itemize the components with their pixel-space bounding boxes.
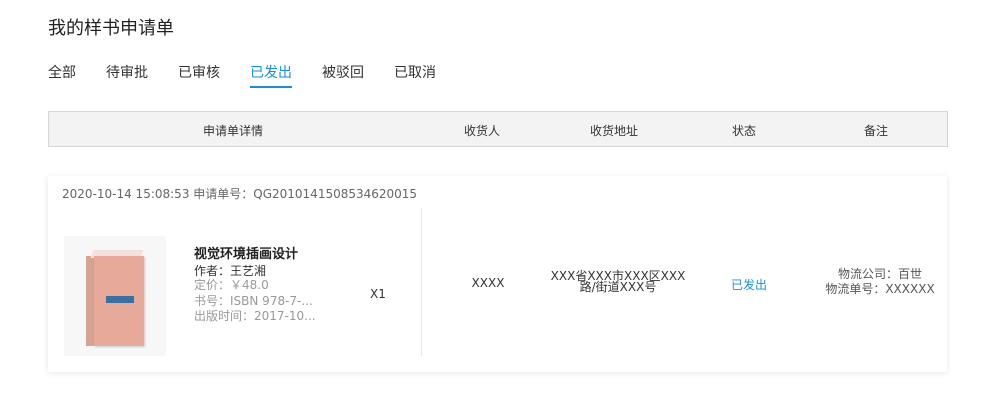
tab-pending[interactable]: 待审批 [106, 64, 148, 86]
book-front [94, 256, 144, 346]
order-meta: 2020-10-14 15:08:53 申请单号：QG2010141508534… [62, 187, 418, 201]
book-title[interactable]: 视觉环境插画设计 [194, 243, 298, 262]
header-remark: 备注 [863, 124, 889, 138]
book-publish-date: 出版时间：2017-10... [194, 309, 316, 323]
tab-cancelled[interactable]: 已取消 [394, 64, 436, 86]
status-badge: 已发出 [730, 278, 768, 292]
header-recipient: 收货人 [463, 124, 501, 138]
column-divider [421, 208, 422, 356]
recipient-name: XXXX [471, 276, 505, 290]
logistics-company: 物流公司：百世 [837, 267, 923, 281]
page-title: 我的样书申请单 [48, 18, 174, 39]
header-address: 收货地址 [589, 124, 639, 138]
book-cover-image[interactable] [64, 236, 166, 356]
tab-rejected[interactable]: 被驳回 [322, 64, 364, 86]
header-detail: 申请单详情 [202, 124, 264, 138]
shipping-address: XXX省XXX市XXX区XXX 路/街道XXX号 [551, 270, 686, 294]
quantity: X1 [370, 287, 386, 301]
tab-reviewed[interactable]: 已审核 [178, 64, 220, 86]
order-card: 2020-10-14 15:08:53 申请单号：QG2010141508534… [48, 176, 947, 372]
header-status: 状态 [731, 124, 757, 138]
address-line-2: 路/街道XXX号 [579, 280, 657, 294]
table-header: 申请单详情 收货人 收货地址 状态 备注 [48, 111, 948, 147]
tab-shipped[interactable]: 已发出 [250, 64, 292, 88]
remark: 物流公司：百世 物流单号：XXXXXX [825, 267, 934, 297]
tab-all[interactable]: 全部 [48, 64, 76, 86]
tracking-number: 物流单号：XXXXXX [825, 282, 935, 296]
book-icon [86, 250, 144, 346]
publisher-logo-icon [106, 296, 134, 303]
book-spine [86, 256, 94, 346]
status-tabs: 全部 待审批 已审核 已发出 被驳回 已取消 [48, 64, 466, 88]
book-price: 定价：￥48.0 [194, 278, 269, 292]
